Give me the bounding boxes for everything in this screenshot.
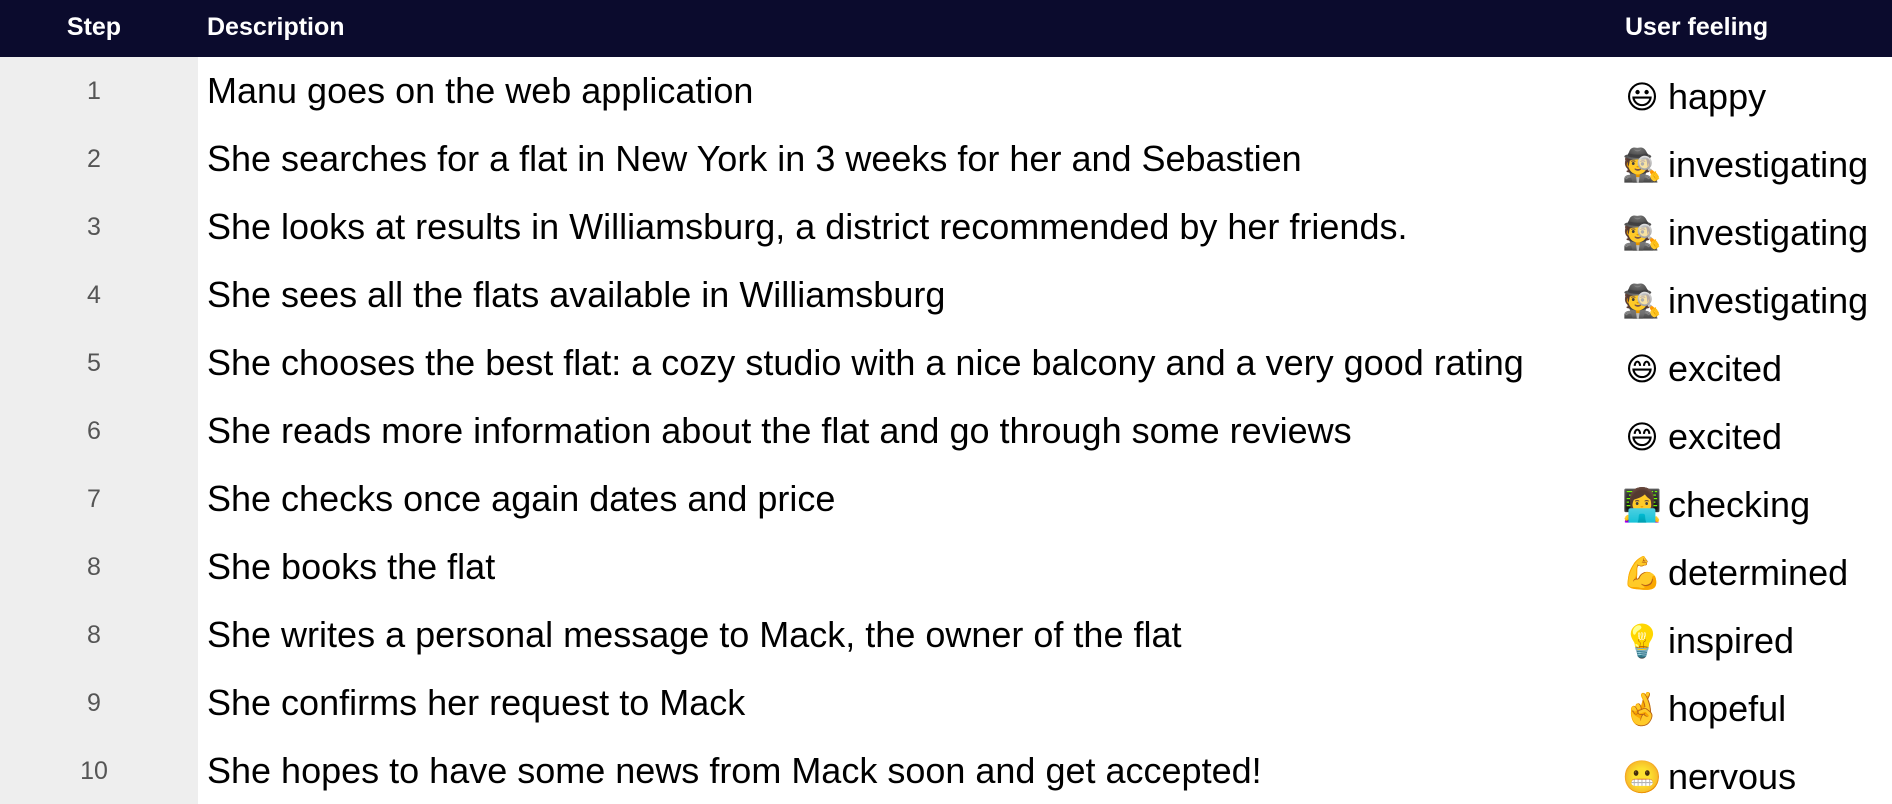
header-step: Step [66, 13, 122, 41]
table-row: 1 Manu goes on the web application 😃 hap… [0, 57, 1892, 125]
step-number: 8 [87, 553, 101, 581]
feeling-label: nervous [1668, 756, 1797, 797]
detective-icon: 🕵️ [1622, 215, 1662, 251]
flexed-biceps-icon: 💪 [1622, 555, 1662, 591]
table-row: 5 She chooses the best flat: a cozy stud… [0, 329, 1892, 397]
table-row: 9 She confirms her request to Mack 🤞 hop… [0, 669, 1892, 737]
grinning-face-icon: 😄 [1625, 419, 1659, 455]
step-number: 4 [87, 281, 101, 309]
user-feeling: 🤞 hopeful [1622, 675, 1786, 743]
user-feeling: 🕵️ investigating [1622, 199, 1868, 267]
step-description: She writes a personal message to Mack, t… [207, 614, 1182, 655]
table-row: 2 She searches for a flat in New York in… [0, 125, 1892, 193]
grinning-face-icon: 😄 [1625, 351, 1659, 387]
step-description: She looks at results in Williamsburg, a … [207, 206, 1408, 247]
feeling-label: happy [1668, 76, 1767, 117]
step-number: 9 [87, 689, 101, 717]
feeling-label: investigating [1668, 212, 1869, 253]
step-number: 6 [87, 417, 101, 445]
detective-icon: 🕵️ [1622, 147, 1662, 183]
step-description: She chooses the best flat: a cozy studio… [207, 342, 1524, 383]
detective-icon: 🕵️ [1622, 283, 1662, 319]
step-description: She reads more information about the fla… [207, 410, 1352, 451]
feeling-label: hopeful [1668, 688, 1787, 729]
step-description: She hopes to have some news from Mack so… [207, 750, 1262, 791]
user-feeling: 😃 happy [1622, 63, 1766, 131]
user-feeling: 💡 inspired [1622, 607, 1794, 675]
person-laptop-icon: 👩‍💻 [1622, 487, 1662, 523]
header-description: Description [207, 13, 345, 41]
user-feeling: 🕵️ investigating [1622, 267, 1868, 335]
feeling-label: investigating [1668, 280, 1869, 321]
step-number: 3 [87, 213, 101, 241]
table-body: 1 Manu goes on the web application 😃 hap… [0, 57, 1892, 804]
user-feeling: 😬 nervous [1622, 743, 1796, 804]
table-header: Step Description User feeling [0, 0, 1892, 57]
table-row: 6 She reads more information about the f… [0, 397, 1892, 465]
grimacing-face-icon: 😬 [1622, 759, 1662, 795]
light-bulb-icon: 💡 [1622, 623, 1662, 659]
table-row: 8 She writes a personal message to Mack,… [0, 601, 1892, 669]
step-number: 8 [87, 621, 101, 649]
crossed-fingers-icon: 🤞 [1622, 691, 1662, 727]
user-feeling: 😄 excited [1622, 403, 1782, 471]
step-description: She searches for a flat in New York in 3… [207, 138, 1302, 179]
table-row: 3 She looks at results in Williamsburg, … [0, 193, 1892, 261]
step-description: Manu goes on the web application [207, 70, 754, 111]
feeling-label: checking [1668, 484, 1811, 525]
step-number: 2 [87, 145, 101, 173]
step-number: 10 [80, 757, 108, 785]
user-feeling: 💪 determined [1622, 539, 1848, 607]
step-number: 7 [87, 485, 101, 513]
step-description: She confirms her request to Mack [207, 682, 746, 723]
user-journey-table: Step Description User feeling 1 Manu goe… [0, 0, 1892, 804]
smiley-face-icon: 😃 [1625, 79, 1659, 115]
header-user-feeling: User feeling [1625, 13, 1769, 41]
step-description: She checks once again dates and price [207, 478, 836, 519]
feeling-label: inspired [1668, 620, 1795, 661]
user-feeling: 😄 excited [1622, 335, 1782, 403]
feeling-label: investigating [1668, 144, 1869, 185]
feeling-label: excited [1668, 348, 1783, 389]
user-feeling: 👩‍💻 checking [1622, 471, 1810, 539]
step-number: 5 [87, 349, 101, 377]
table-row: 4 She sees all the flats available in Wi… [0, 261, 1892, 329]
feeling-label: determined [1668, 552, 1849, 593]
table-row: 7 She checks once again dates and price … [0, 465, 1892, 533]
step-description: She sees all the flats available in Will… [207, 274, 946, 315]
user-feeling: 🕵️ investigating [1622, 131, 1868, 199]
table-row: 10 She hopes to have some news from Mack… [0, 737, 1892, 804]
feeling-label: excited [1668, 416, 1783, 457]
step-number: 1 [87, 77, 101, 105]
step-description: She books the flat [207, 546, 496, 587]
table-row: 8 She books the flat 💪 determined [0, 533, 1892, 601]
